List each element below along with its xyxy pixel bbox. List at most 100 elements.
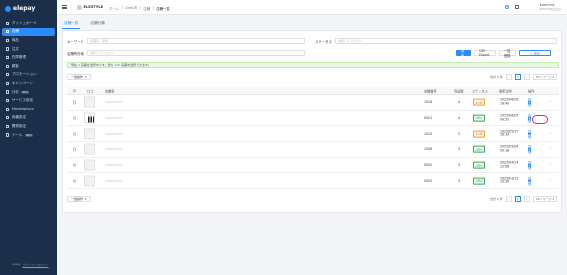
help-icon[interactable] <box>505 5 509 9</box>
sidebar-item-2[interactable]: 商品 <box>2 36 55 45</box>
topbar-icons <box>505 5 519 9</box>
store-name-redacted[interactable] <box>105 101 123 104</box>
sidebar-item-label: 注文 <box>11 46 19 51</box>
bulk-action-select-top[interactable]: 一括操作 ▾ <box>67 74 91 80</box>
status-badge: 公開中 <box>473 114 485 122</box>
row-checkbox[interactable] <box>73 163 77 167</box>
search-button[interactable]: 検索 <box>456 49 471 58</box>
bulk-action-select-bottom[interactable]: 一括操作 ▾ <box>67 196 91 202</box>
sidebar-item-10[interactable]: Marketplace <box>2 105 55 114</box>
chevron-down-icon: ▾ <box>85 74 87 79</box>
brand-logo[interactable]: elepay <box>5 5 35 12</box>
sidebar-item-8[interactable]: 分析 BETA <box>2 88 55 97</box>
page-number[interactable]: 1 <box>514 196 521 202</box>
more-actions-button[interactable]: ··· <box>548 163 552 167</box>
keyword-input[interactable]: 店舗名、番号 <box>86 38 305 44</box>
more-actions-button[interactable]: ··· <box>548 116 552 120</box>
updated-at: 2025/05/04 03:18 <box>500 144 519 153</box>
product-count: 4 <box>458 178 461 183</box>
topbar: ELESTYLE ホーム / OneQR / 店舗 / 店舗一覧 ELESTYLE ELES… <box>57 0 567 15</box>
row-checkbox[interactable] <box>73 147 77 152</box>
next-page-button[interactable]: › <box>523 196 530 202</box>
add-store-button[interactable]: + 追加 <box>519 50 551 56</box>
csv-export-button[interactable]: CSV Export <box>474 49 496 57</box>
select-all-checkbox[interactable] <box>73 88 77 93</box>
header-product-count: 商品数 <box>454 89 464 93</box>
store-logo-image <box>84 143 95 155</box>
prev-page-button[interactable]: ‹ <box>505 74 512 80</box>
inventory-icon <box>6 56 10 60</box>
page-tabs: 店舗一覧 店舗分類 <box>62 20 107 29</box>
analytics-icon <box>6 90 10 94</box>
table-row: 1006 4 公開中 2025/05/04 03:18 詳細 ··· <box>67 142 559 158</box>
account-menu[interactable]: ELESTYLE ELESTYLE株式会社 <box>540 3 561 12</box>
bulk-register-button[interactable]: 一括登録 <box>499 49 516 58</box>
row-checkbox[interactable] <box>73 100 77 104</box>
classification-select[interactable]: 選択してください <box>86 50 305 56</box>
per-page-select[interactable]: 50 / ページ ▾ <box>532 74 557 80</box>
hamburger-menu-icon[interactable] <box>62 5 67 9</box>
sidebar-item-6[interactable]: プロモーション <box>2 71 55 80</box>
more-actions-button[interactable]: ··· <box>548 147 552 151</box>
classification-filter: 店舗所在地 選択してください <box>67 50 305 56</box>
status-badge: 未公開 <box>473 130 485 138</box>
developer-icon <box>6 124 10 129</box>
sidebar-item-label: キャンペーン <box>11 80 34 85</box>
beta-badge: BETA <box>21 90 30 94</box>
breadcrumb-separator: / <box>139 5 141 10</box>
status-select[interactable]: 選択してください <box>334 38 557 44</box>
breadcrumb-item[interactable]: OneQR <box>125 6 137 11</box>
download-icon[interactable] <box>515 5 519 9</box>
total-count: 合計 6 件 <box>489 196 503 201</box>
store-name-redacted[interactable] <box>105 148 123 151</box>
more-actions-button[interactable]: ··· <box>548 100 552 104</box>
sidebar-item-11[interactable]: 各種設定 <box>2 114 55 123</box>
bulk-action-label: 一括操作 <box>71 74 84 79</box>
privacy-link[interactable]: プライバシーポリシー <box>23 263 49 267</box>
sidebar-item-12[interactable]: 開発設定 <box>2 122 55 131</box>
tab-1[interactable]: 店舗分類 <box>88 20 106 29</box>
breadcrumb-item[interactable]: 店舗 <box>143 6 150 11</box>
sidebar-nav: ダッシュボード 店舗 商品 注文 在庫管理 顧客 プロモーション キャンペーン … <box>2 19 55 139</box>
bulk-action-label: 一括操作 <box>71 196 84 201</box>
sidebar-item-1[interactable]: 店舗 <box>2 27 55 37</box>
tab-0[interactable]: 店舗一覧 <box>62 20 81 29</box>
page-number[interactable]: 1 <box>514 74 521 80</box>
store-name-redacted[interactable] <box>105 132 123 135</box>
shop-switcher[interactable]: ELESTYLE <box>77 5 103 10</box>
sidebar-item-3[interactable]: 注文 <box>2 45 55 54</box>
store-name-redacted[interactable] <box>105 117 123 120</box>
store-logo-image <box>84 159 95 171</box>
prev-page-button[interactable]: ‹ <box>505 196 512 202</box>
row-checkbox[interactable] <box>73 132 77 136</box>
sidebar-item-label: ダッシュボード <box>11 20 37 25</box>
row-checkbox[interactable] <box>73 116 77 120</box>
sidebar-item-7[interactable]: キャンペーン <box>2 79 55 88</box>
sidebar-item-9[interactable]: サービス設定 <box>2 96 55 105</box>
notice-count: 0 <box>77 63 80 67</box>
sidebar-item-0[interactable]: ダッシュボード <box>2 19 55 28</box>
breadcrumb: ホーム / OneQR / 店舗 / 店舗一覧 <box>109 6 170 11</box>
more-actions-button[interactable]: ··· <box>548 132 552 136</box>
product-count: 4 <box>458 147 461 152</box>
sidebar-item-13[interactable]: ツール BETA <box>2 131 55 140</box>
highlight-circle <box>532 115 548 124</box>
per-page-select[interactable]: 50 / ページ ▾ <box>532 196 557 202</box>
more-actions-button[interactable]: ··· <box>548 179 552 183</box>
order-icon <box>6 47 10 51</box>
sidebar-item-5[interactable]: 顧客 <box>2 62 55 71</box>
dashboard-icon <box>6 21 10 25</box>
status-label: ステータス <box>315 39 332 44</box>
store-name-redacted[interactable] <box>105 179 123 182</box>
sidebar-item-4[interactable]: 在庫管理 <box>2 53 55 62</box>
breadcrumb-item[interactable]: ホーム <box>109 6 119 11</box>
per-page-label: 50 / ページ <box>535 196 552 201</box>
row-checkbox[interactable] <box>73 179 77 183</box>
next-page-button[interactable]: › <box>523 74 530 80</box>
header-status: ステータス <box>472 89 488 93</box>
table-row: 0002 4 公開中 2025/04/14 12:08 詳細 ··· <box>67 158 559 174</box>
shop-logo-icon <box>77 5 82 10</box>
store-name-redacted[interactable] <box>105 164 123 167</box>
sidebar-item-label: 開発設定 <box>11 123 27 128</box>
store-list-panel: キーワード 店舗名、番号 ステータス 選択してください 店舗所在地 選択してくだ… <box>62 30 562 213</box>
